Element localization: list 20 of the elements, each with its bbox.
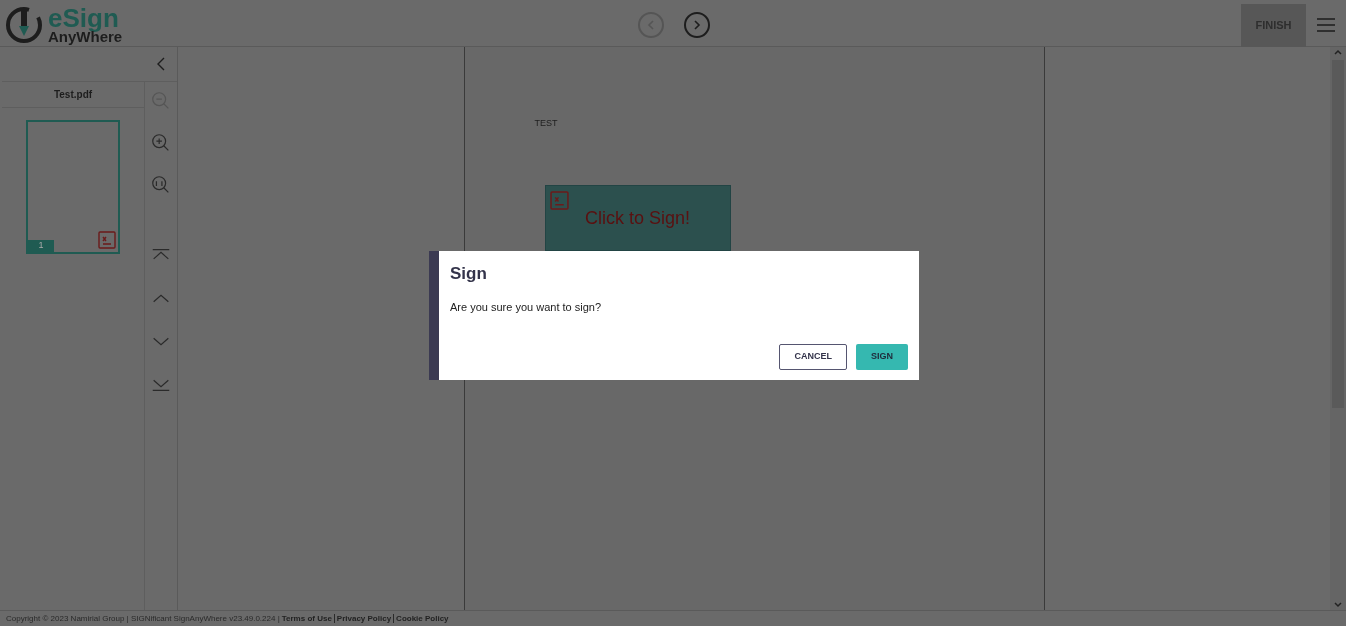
next-button[interactable]	[683, 12, 710, 38]
sign-button[interactable]: SIGN	[856, 344, 908, 370]
logo-icon	[4, 5, 44, 45]
cancel-button[interactable]: CANCEL	[779, 344, 847, 370]
page-number: 1	[28, 240, 54, 252]
dialog-title: Sign	[450, 263, 488, 285]
scroll-down-icon[interactable]	[1333, 600, 1343, 610]
signature-field-label: Click to Sign!	[584, 206, 690, 230]
footer-link[interactable]: Terms of Use	[281, 612, 332, 625]
page-thumbnail[interactable]: 1	[26, 120, 120, 254]
footer-link[interactable]: Privacy Policy	[336, 612, 392, 625]
signature-field-icon	[98, 231, 116, 249]
scroll-up-icon[interactable]	[1333, 47, 1343, 57]
file-name: Test.pdf	[53, 88, 93, 102]
document-text: TEST	[534, 117, 558, 130]
dialog-message: Are you sure you want to sign?	[450, 299, 603, 315]
footer-link[interactable]: Cookie Policy	[396, 612, 449, 625]
signature-field-icon	[549, 191, 569, 210]
collapse-icon[interactable]	[155, 56, 167, 72]
signature-field[interactable]: Click to Sign!	[544, 185, 731, 251]
